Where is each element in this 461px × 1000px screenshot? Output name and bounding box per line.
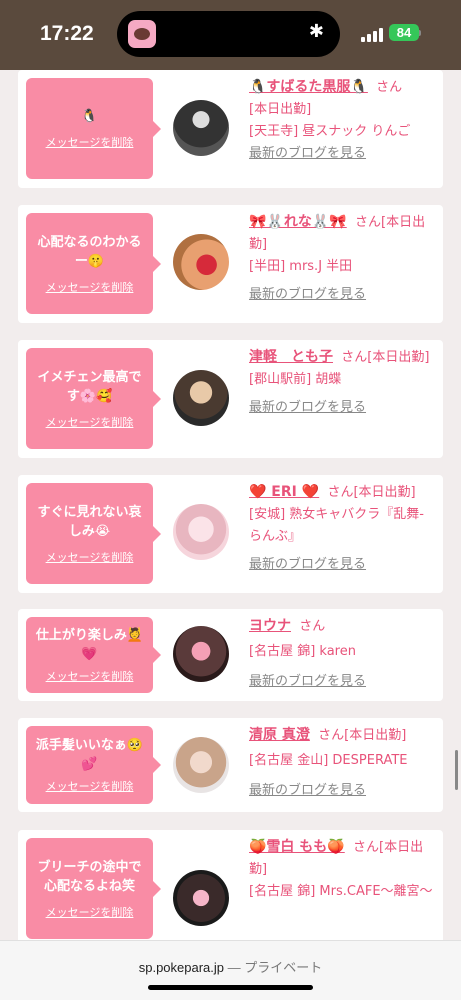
- message-bubble: イメチェン最高です🌸🥰 メッセージを削除: [26, 348, 161, 449]
- message-text: すぐに見れない哀しみ😭: [37, 504, 142, 539]
- url-text: sp.pokepara.jp — プライベート: [0, 957, 461, 976]
- message-text: 心配なるのわかるー🤫: [37, 234, 142, 269]
- status-time: 17:22: [40, 22, 94, 45]
- cellular-signal-icon: [361, 27, 383, 42]
- dynamic-island[interactable]: ✱: [117, 11, 340, 57]
- battery-tip: [419, 30, 421, 36]
- user-name-link[interactable]: 🍑雪白 もも🍑: [249, 839, 345, 855]
- delete-message-link[interactable]: メッセージを削除: [46, 778, 134, 794]
- url-domain: sp.pokepara.jp: [138, 960, 225, 975]
- user-info: ❤️ ERI ❤️ さん[本日出勤] [安城] 熟女キャバクラ『乱舞-らんぶ』 …: [249, 481, 433, 576]
- honorific: さん[本日出勤]: [341, 350, 430, 365]
- browser-address-bar[interactable]: sp.pokepara.jp — プライベート: [0, 940, 461, 1000]
- user-info: 🐧すばるた黒服🐧 さん [本日出勤] [天王寺] 昼スナック りんご 最新のブロ…: [249, 76, 433, 165]
- message-bubble: 派手髪いいなぁ🥺💕 メッセージを削除: [26, 726, 161, 804]
- delete-message-link[interactable]: メッセージを削除: [46, 414, 134, 430]
- delete-message-link[interactable]: メッセージを削除: [46, 134, 134, 150]
- user-info: ヨウナ さん [名古屋 錦] karen 最新のブログを見る: [249, 615, 433, 693]
- message-card: 🐧 メッセージを削除 🐧すばるた黒服🐧 さん [本日出勤] [天王寺] 昼スナッ…: [18, 70, 443, 188]
- user-name-link[interactable]: 🐧すばるた黒服🐧: [249, 79, 368, 95]
- user-info: 津軽 とも子 さん[本日出勤] [郡山駅前] 胡蝶 最新のブログを見る: [249, 346, 433, 419]
- message-bubble: 🐧 メッセージを削除: [26, 78, 161, 179]
- latest-blog-link[interactable]: 最新のブログを見る: [249, 143, 433, 165]
- message-card: イメチェン最高です🌸🥰 メッセージを削除 津軽 とも子 さん[本日出勤] [郡山…: [18, 340, 443, 458]
- user-name-link[interactable]: 清原 真澄: [249, 727, 310, 743]
- honorific: さん[本日出勤]: [318, 728, 407, 743]
- shop-info: [名古屋 金山] DESPERATE: [249, 753, 408, 768]
- message-text: ブリーチの途中で心配なるよね笑: [37, 859, 142, 894]
- shop-info: [安城] 熟女キャバクラ『乱舞-らんぶ』: [249, 507, 424, 544]
- status-bar: 17:22 ✱ 84: [0, 0, 461, 70]
- delete-message-link[interactable]: メッセージを削除: [46, 549, 134, 565]
- message-card: ブリーチの途中で心配なるよね笑 メッセージを削除 🍑雪白 もも🍑 さん[本日出勤…: [18, 830, 443, 940]
- shop-info: [郡山駅前] 胡蝶: [249, 372, 342, 387]
- message-card: 仕上がり楽しみ💆💗 メッセージを削除 ヨウナ さん [名古屋 錦] karen …: [18, 609, 443, 701]
- shop-info: [天王寺] 昼スナック りんご: [249, 124, 411, 139]
- user-name-link[interactable]: 津軽 とも子: [249, 349, 333, 365]
- message-text: 🐧: [81, 109, 98, 124]
- private-mode-label: — プライベート: [227, 960, 323, 975]
- latest-blog-link[interactable]: 最新のブログを見る: [249, 780, 433, 802]
- latest-blog-link[interactable]: 最新のブログを見る: [249, 554, 433, 576]
- avatar[interactable]: [173, 234, 229, 290]
- shop-info: [名古屋 錦] karen: [249, 644, 356, 659]
- bluetooth-icon: ✱: [308, 21, 324, 42]
- message-bubble: 心配なるのわかるー🤫 メッセージを削除: [26, 213, 161, 314]
- avatar[interactable]: [173, 370, 229, 426]
- home-indicator[interactable]: [148, 985, 313, 990]
- message-card: 心配なるのわかるー🤫 メッセージを削除 🎀🐰れな🐰🎀 さん[本日出勤] [半田]…: [18, 205, 443, 323]
- shop-info: [名古屋 錦] Mrs.CAFE〜離宮〜: [249, 884, 433, 899]
- delete-message-link[interactable]: メッセージを削除: [46, 904, 134, 920]
- delete-message-link[interactable]: メッセージを削除: [46, 668, 134, 684]
- avatar[interactable]: [173, 626, 229, 682]
- battery-icon: 84: [389, 24, 419, 41]
- work-status: [本日出勤]: [249, 102, 312, 117]
- avatar[interactable]: [173, 737, 229, 793]
- avatar[interactable]: [173, 870, 229, 926]
- honorific: さん: [376, 80, 403, 95]
- latest-blog-link[interactable]: 最新のブログを見る: [249, 284, 433, 306]
- avatar[interactable]: [173, 504, 229, 560]
- user-info: 清原 真澄 さん[本日出勤] [名古屋 金山] DESPERATE 最新のブログ…: [249, 724, 433, 802]
- honorific: さん: [299, 619, 326, 634]
- user-name-link[interactable]: ヨウナ: [249, 618, 291, 634]
- scroll-indicator[interactable]: [455, 750, 458, 790]
- user-name-link[interactable]: 🎀🐰れな🐰🎀: [249, 214, 347, 230]
- message-card: すぐに見れない哀しみ😭 メッセージを削除 ❤️ ERI ❤️ さん[本日出勤] …: [18, 475, 443, 593]
- shop-info: [半田] mrs.J 半田: [249, 259, 353, 274]
- message-bubble: すぐに見れない哀しみ😭 メッセージを削除: [26, 483, 161, 584]
- message-list: 🐧 メッセージを削除 🐧すばるた黒服🐧 さん [本日出勤] [天王寺] 昼スナッ…: [0, 70, 461, 940]
- user-info: 🍑雪白 もも🍑 さん[本日出勤] [名古屋 錦] Mrs.CAFE〜離宮〜: [249, 836, 433, 903]
- honorific: さん[本日出勤]: [327, 485, 416, 500]
- message-bubble: ブリーチの途中で心配なるよね笑 メッセージを削除: [26, 838, 161, 939]
- message-text: 派手髪いいなぁ🥺💕: [35, 738, 144, 772]
- avatar[interactable]: [173, 100, 229, 156]
- user-info: 🎀🐰れな🐰🎀 さん[本日出勤] [半田] mrs.J 半田 最新のブログを見る: [249, 211, 433, 306]
- message-card: 派手髪いいなぁ🥺💕 メッセージを削除 清原 真澄 さん[本日出勤] [名古屋 金…: [18, 718, 443, 812]
- message-text: 仕上がり楽しみ💆💗: [35, 628, 144, 662]
- latest-blog-link[interactable]: 最新のブログを見る: [249, 671, 433, 693]
- app-icon: [128, 20, 156, 48]
- message-text: イメチェン最高です🌸🥰: [37, 369, 142, 404]
- user-name-link[interactable]: ❤️ ERI ❤️: [249, 484, 319, 500]
- delete-message-link[interactable]: メッセージを削除: [46, 279, 134, 295]
- message-bubble: 仕上がり楽しみ💆💗 メッセージを削除: [26, 617, 161, 693]
- latest-blog-link[interactable]: 最新のブログを見る: [249, 397, 433, 419]
